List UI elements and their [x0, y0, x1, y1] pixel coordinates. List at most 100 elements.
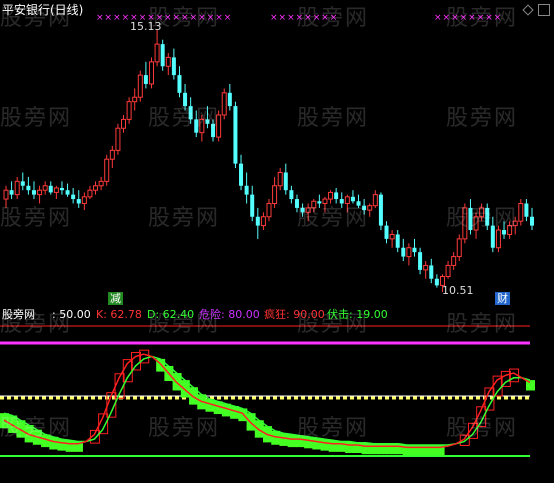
candle-body: [115, 127, 121, 151]
candle-body: [9, 190, 14, 195]
bear-block: [419, 445, 429, 456]
candle-body: [434, 278, 439, 286]
candle-body: [48, 185, 53, 193]
candle-body: [59, 187, 64, 191]
top-marker: ××××××××: [434, 13, 503, 23]
candle-body: [65, 190, 70, 195]
candle-body: [148, 61, 154, 85]
candle-body: [26, 185, 31, 191]
candle-body: [165, 56, 171, 67]
watermark: 股旁网: [446, 416, 519, 441]
candle-body: [3, 189, 9, 200]
candle-body: [530, 216, 534, 226]
candle-body: [177, 75, 182, 93]
k-value-label: K: 62.78: [96, 308, 142, 321]
watermark: 股旁网: [446, 312, 519, 337]
candle-body: [104, 158, 110, 182]
ambush-label: 伏击: 19.00: [327, 308, 388, 321]
bear-block: [328, 440, 338, 452]
candle-body: [272, 185, 278, 204]
candle-body: [37, 189, 43, 196]
candle-body: [171, 57, 176, 76]
watermark: 股旁网: [148, 106, 221, 131]
bear-block: [386, 443, 396, 455]
wealth-signal: 财: [495, 292, 510, 305]
candle-body: [42, 185, 48, 191]
bear-block: [353, 442, 363, 454]
candle-body: [418, 252, 423, 270]
candle-body: [98, 180, 104, 187]
candle-body: [20, 181, 25, 186]
candle-body: [277, 171, 283, 187]
candle-body: [518, 202, 524, 222]
watermark: 股旁网: [297, 206, 370, 231]
candle-body: [143, 75, 148, 84]
watermark: 股旁网: [0, 416, 73, 441]
bear-block: [287, 434, 297, 448]
candle-body: [412, 247, 417, 253]
candle-body: [154, 43, 160, 63]
candle-body: [221, 92, 227, 116]
bear-block: [378, 443, 388, 455]
candle-body: [31, 190, 36, 195]
watermark: 股旁网: [297, 416, 370, 441]
candle-body: [137, 74, 143, 98]
candle-body: [233, 106, 238, 164]
reduce-signal: 减: [108, 292, 123, 305]
bear-block: [410, 445, 420, 456]
d-value-label: D: 62.40: [147, 308, 195, 321]
candle-body: [334, 192, 339, 200]
price-candles: [3, 29, 534, 292]
candle-body: [384, 225, 389, 239]
indicator-name: 股旁网: [2, 308, 35, 321]
candle-body: [244, 185, 249, 195]
top-marker: ××××××××: [164, 13, 233, 23]
candle-body: [121, 118, 127, 129]
candle-body: [378, 194, 383, 226]
candle-body: [126, 101, 132, 120]
bear-block: [427, 445, 437, 456]
high-price-label: 15.13: [130, 20, 162, 33]
candle-body: [445, 264, 451, 278]
candle-body: [260, 216, 266, 227]
candle-body: [524, 203, 529, 217]
candle-body: [389, 233, 395, 240]
bear-block: [369, 443, 379, 455]
candle-body: [401, 247, 406, 257]
candle-body: [429, 265, 434, 279]
bear-block: [279, 433, 289, 446]
candle-body: [87, 189, 93, 198]
crazy-label: 疯狂: 90.00: [264, 308, 325, 321]
candle-body: [406, 247, 412, 258]
watermark: 股旁网: [148, 416, 221, 441]
danger-label: 危险: 80.00: [199, 308, 260, 321]
watermark: 股旁网: [446, 206, 519, 231]
top-marker: ××××××××: [270, 13, 339, 23]
candle-body: [239, 163, 244, 186]
candle-body: [81, 196, 87, 204]
candle-body: [372, 194, 378, 207]
candle-body: [109, 149, 115, 160]
bear-block: [394, 443, 404, 455]
bear-block: [345, 441, 355, 454]
candle-body: [53, 187, 59, 193]
candle-body: [255, 216, 260, 226]
candle-body: [250, 194, 255, 217]
bear-block: [336, 441, 346, 452]
candle-body: [289, 190, 294, 200]
candle-body: [456, 238, 462, 258]
candle-body: [160, 44, 165, 67]
candle-body: [93, 185, 99, 191]
candle-body: [76, 199, 81, 204]
candle-body: [14, 180, 20, 196]
candle-body: [71, 194, 76, 200]
level-50-label: : 50.00: [52, 308, 91, 321]
chart-title: 平安银行(日线): [2, 3, 84, 17]
candle-body: [395, 234, 400, 248]
candle-body: [132, 96, 138, 103]
candle-body: [266, 202, 272, 218]
close-icon[interactable]: [538, 4, 550, 16]
bear-block: [361, 442, 371, 455]
watermark: 股旁网: [0, 106, 73, 131]
bear-block: [65, 440, 75, 452]
